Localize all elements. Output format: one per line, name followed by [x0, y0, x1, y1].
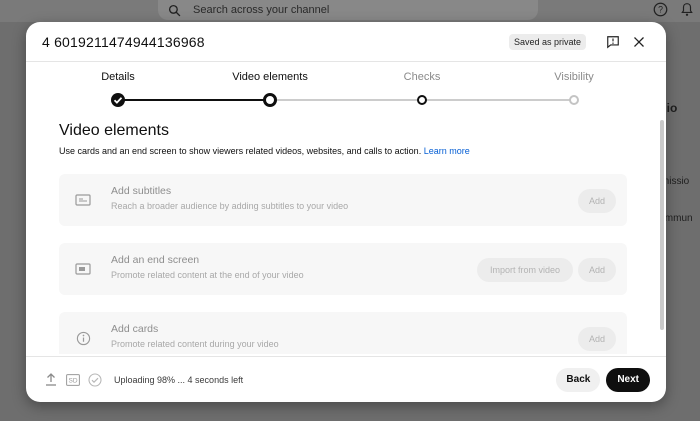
- step-connector-done: [118, 99, 270, 101]
- upload-status-text: Uploading 98% ... 4 seconds left: [114, 374, 244, 385]
- dialog-header: 4 6019211474944136968 Saved as private: [26, 22, 666, 62]
- back-button[interactable]: Back: [556, 367, 601, 392]
- step-dot-details[interactable]: [111, 93, 125, 107]
- svg-text:?: ?: [658, 5, 663, 15]
- upload-icon: [42, 371, 60, 389]
- feedback-icon: [607, 35, 619, 48]
- help-icon: ?: [653, 2, 668, 17]
- subtitles-icon: [73, 190, 93, 210]
- step-dot-checks: [417, 95, 427, 105]
- content-scrollbar[interactable]: [660, 120, 664, 330]
- saved-status-badge: Saved as private: [508, 33, 586, 50]
- upload-dialog: 4 6019211474944136968 Saved as private D…: [26, 22, 666, 402]
- checks-complete-icon: [86, 371, 104, 389]
- upload-stepper: Details Video elements Checks Visibility: [26, 68, 666, 116]
- sd-label: SD: [68, 377, 77, 384]
- cards-card: Add cards Promote related content during…: [59, 312, 627, 354]
- step-dot-visibility: [569, 95, 579, 105]
- card-subtitle: Reach a broader audience by adding subti…: [111, 201, 349, 211]
- card-subtitle: Promote related content during your vide…: [111, 339, 279, 349]
- import-from-video-button[interactable]: Import from video: [477, 258, 573, 282]
- card-subtitle: Promote related content at the end of yo…: [111, 270, 304, 280]
- add-end-screen-button[interactable]: Add: [578, 258, 616, 282]
- end-screen-icon: [73, 259, 93, 279]
- dialog-footer: SD Uploading 98% ... 4 seconds left Back…: [26, 356, 666, 402]
- close-button[interactable]: [628, 31, 650, 53]
- step-label-checks: Checks: [403, 71, 441, 83]
- background-search-bar: Search across your channel: [158, 0, 538, 20]
- card-title: Add cards: [111, 323, 159, 335]
- sd-quality-icon: SD: [64, 371, 82, 389]
- video-elements-content: Video elements Use cards and an end scre…: [26, 118, 666, 354]
- checkmark-icon: [113, 97, 123, 104]
- end-screen-card: Add an end screen Promote related conten…: [59, 243, 627, 295]
- info-icon: [73, 328, 93, 348]
- step-label-video-elements[interactable]: Video elements: [232, 71, 308, 83]
- background-search-placeholder: Search across your channel: [193, 4, 330, 16]
- step-dot-video-elements[interactable]: [263, 93, 277, 107]
- add-subtitles-button[interactable]: Add: [578, 189, 616, 213]
- card-title: Add subtitles: [111, 185, 172, 197]
- feedback-button[interactable]: [602, 31, 624, 53]
- section-title: Video elements: [59, 122, 169, 139]
- close-icon: [634, 36, 644, 47]
- step-label-details[interactable]: Details: [101, 71, 135, 83]
- learn-more-link[interactable]: Learn more: [424, 146, 470, 156]
- bell-icon: [681, 3, 693, 16]
- search-icon: [168, 4, 181, 16]
- next-button[interactable]: Next: [606, 367, 650, 392]
- background-header-icons: ?: [653, 2, 694, 17]
- section-description-text: Use cards and an end screen to show view…: [59, 146, 422, 156]
- video-title: 4 6019211474944136968: [42, 33, 205, 50]
- card-title: Add an end screen: [111, 254, 200, 266]
- add-cards-button[interactable]: Add: [578, 327, 616, 351]
- section-description: Use cards and an end screen to show view…: [59, 146, 470, 156]
- step-label-visibility: Visibility: [554, 71, 594, 83]
- subtitles-card: Add subtitles Reach a broader audience b…: [59, 174, 627, 226]
